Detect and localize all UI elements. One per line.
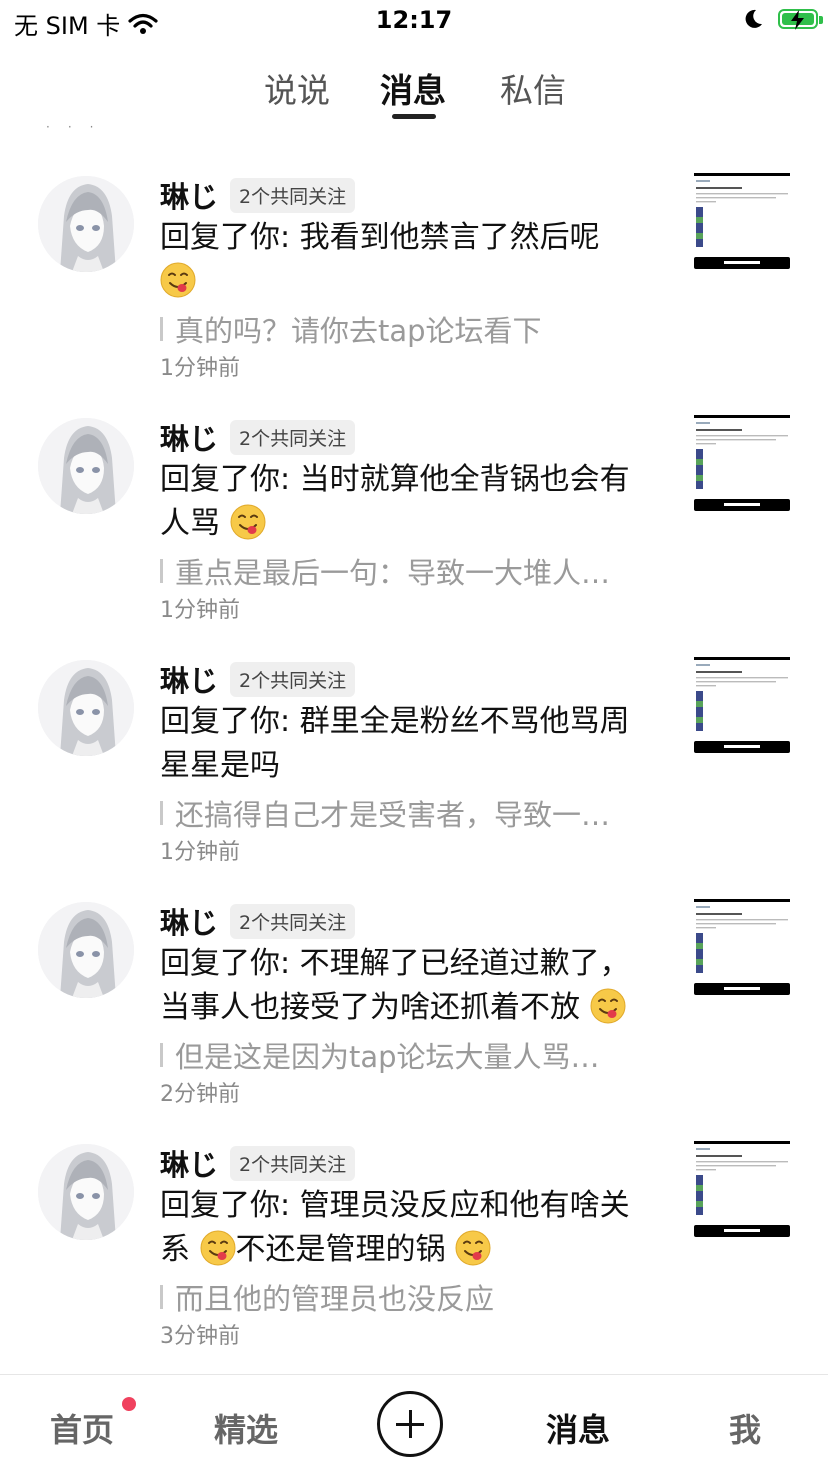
mutual-follow-badge: 2个共同关注 xyxy=(230,1145,356,1181)
bottom-nav: 首页 精选 消息 我 xyxy=(0,1374,828,1473)
notification-dot xyxy=(122,1397,136,1411)
reply-text[interactable]: 回复了你: 管理员没反应和他有啥关系 不还是管理的锅 xyxy=(160,1184,640,1272)
reply-text-segment: 回复了你: 不理解了已经道过歉了，当事人也接受了为啥还抓着不放 xyxy=(160,946,630,1025)
sender-row: 琳じ 2个共同关注 xyxy=(160,174,356,216)
quoted-comment[interactable]: 还搞得自己才是受害者，导致一… xyxy=(160,792,640,834)
timestamp: 1分钟前 xyxy=(160,840,240,865)
quote-bar xyxy=(160,1043,163,1067)
sender-row: 琳じ 2个共同关注 xyxy=(160,416,356,458)
sender-name[interactable]: 琳じ xyxy=(160,900,218,942)
nav-home[interactable]: 首页 xyxy=(50,1405,114,1451)
timestamp: 2分钟前 xyxy=(160,1082,240,1107)
quoted-text: 还搞得自己才是受害者，导致一… xyxy=(175,798,611,832)
nav-featured[interactable]: 精选 xyxy=(214,1405,278,1451)
reply-text-segment: 回复了你: 我看到他禁言了然后呢 xyxy=(160,220,600,255)
message-item[interactable]: 琳じ 2个共同关注回复了你: 我看到他禁言了然后呢 真的吗？请你去tap论坛看下 1… xyxy=(0,168,828,410)
moon-icon xyxy=(745,9,762,28)
avatar[interactable] xyxy=(38,902,134,998)
message-item[interactable]: 琳じ 2个共同关注 回复了你: 管理员没反应和他有啥关系 不还是管理的锅 而且他的管… xyxy=(0,1136,828,1378)
battery-charging-icon xyxy=(778,9,823,30)
sender-name[interactable]: 琳じ xyxy=(160,174,218,216)
reply-text[interactable]: 回复了你: 当时就算他全背锅也会有人骂 xyxy=(160,458,640,546)
tab-messages[interactable]: 消息 xyxy=(380,64,446,112)
quote-bar xyxy=(160,1285,163,1309)
avatar[interactable] xyxy=(38,1144,134,1240)
timestamp: 3分钟前 xyxy=(160,1324,240,1349)
tab-indicator xyxy=(392,114,436,119)
status-time: 12:17 xyxy=(375,6,453,34)
sender-name[interactable]: 琳じ xyxy=(160,658,218,700)
timestamp: 1分钟前 xyxy=(160,356,240,381)
avatar[interactable] xyxy=(38,418,134,514)
quote-bar xyxy=(160,559,163,583)
quote-bar xyxy=(160,317,163,341)
savoring-food-emoji-icon xyxy=(590,988,626,1024)
status-right xyxy=(742,8,823,30)
savoring-food-emoji-icon xyxy=(200,1230,236,1266)
create-post-button[interactable] xyxy=(377,1391,443,1457)
reply-text[interactable]: 回复了你: 我看到他禁言了然后呢 xyxy=(160,216,640,304)
mutual-follow-badge: 2个共同关注 xyxy=(230,661,356,697)
post-thumbnail[interactable] xyxy=(694,415,790,511)
mutual-follow-badge: 2个共同关注 xyxy=(230,177,356,213)
reply-text[interactable]: 回复了你: 群里全是粉丝不骂他骂周星星是吗 xyxy=(160,700,640,788)
reply-text-segment: 不还是管理的锅 xyxy=(235,1232,446,1267)
mutual-follow-badge: 2个共同关注 xyxy=(230,419,356,455)
sender-name[interactable]: 琳じ xyxy=(160,416,218,458)
sender-row: 琳じ 2个共同关注 xyxy=(160,900,356,942)
sender-name[interactable]: 琳じ xyxy=(160,1142,218,1184)
tab-private-messages[interactable]: 私信 xyxy=(500,64,566,112)
quoted-comment[interactable]: 但是这是因为tap论坛大量人骂… xyxy=(160,1034,640,1076)
reply-text[interactable]: 回复了你: 不理解了已经道过歉了，当事人也接受了为啥还抓着不放 xyxy=(160,942,640,1030)
quoted-text: 真的吗？请你去tap论坛看下 xyxy=(175,314,542,348)
sender-row: 琳じ 2个共同关注 xyxy=(160,658,356,700)
nav-messages[interactable]: 消息 xyxy=(546,1405,610,1451)
quoted-comment[interactable]: 真的吗？请你去tap论坛看下 xyxy=(160,308,640,350)
post-thumbnail[interactable] xyxy=(694,899,790,995)
reply-text-segment: 回复了你: 群里全是粉丝不骂他骂周星星是吗 xyxy=(160,704,630,783)
quoted-comment[interactable]: 重点是最后一句：导致一大堆人… xyxy=(160,550,640,592)
avatar[interactable] xyxy=(38,660,134,756)
quoted-text: 重点是最后一句：导致一大堆人… xyxy=(175,556,611,590)
savoring-food-emoji-icon xyxy=(160,262,196,298)
savoring-food-emoji-icon xyxy=(455,1230,491,1266)
post-thumbnail[interactable] xyxy=(694,173,790,269)
timestamp: 1分钟前 xyxy=(160,598,240,623)
message-item[interactable]: 琳じ 2个共同关注回复了你: 群里全是粉丝不骂他骂周星星是吗还搞得自己才是受害者，… xyxy=(0,652,828,894)
message-item[interactable]: 琳じ 2个共同关注 回复了你: 不理解了已经道过歉了，当事人也接受了为啥还抓着不放 … xyxy=(0,894,828,1136)
quoted-comment[interactable]: 而且他的管理员也没反应 xyxy=(160,1276,640,1318)
mutual-follow-badge: 2个共同关注 xyxy=(230,903,356,939)
avatar[interactable] xyxy=(38,176,134,272)
quoted-text: 但是这是因为tap论坛大量人骂… xyxy=(175,1040,600,1074)
quote-bar xyxy=(160,801,163,825)
tab-shuoshuo[interactable]: 说说 xyxy=(264,64,330,112)
quoted-text: 而且他的管理员也没反应 xyxy=(175,1282,495,1316)
nav-me[interactable]: 我 xyxy=(729,1405,761,1451)
loading-dots: ··· xyxy=(46,120,112,134)
post-thumbnail[interactable] xyxy=(694,1141,790,1237)
post-thumbnail[interactable] xyxy=(694,657,790,753)
savoring-food-emoji-icon xyxy=(230,504,266,540)
sender-row: 琳じ 2个共同关注 xyxy=(160,1142,356,1184)
status-bar: 无 SIM 卡 12:17 xyxy=(0,0,828,44)
message-item[interactable]: 琳じ 2个共同关注 回复了你: 当时就算他全背锅也会有人骂 重点是最后一句：导致一大… xyxy=(0,410,828,652)
